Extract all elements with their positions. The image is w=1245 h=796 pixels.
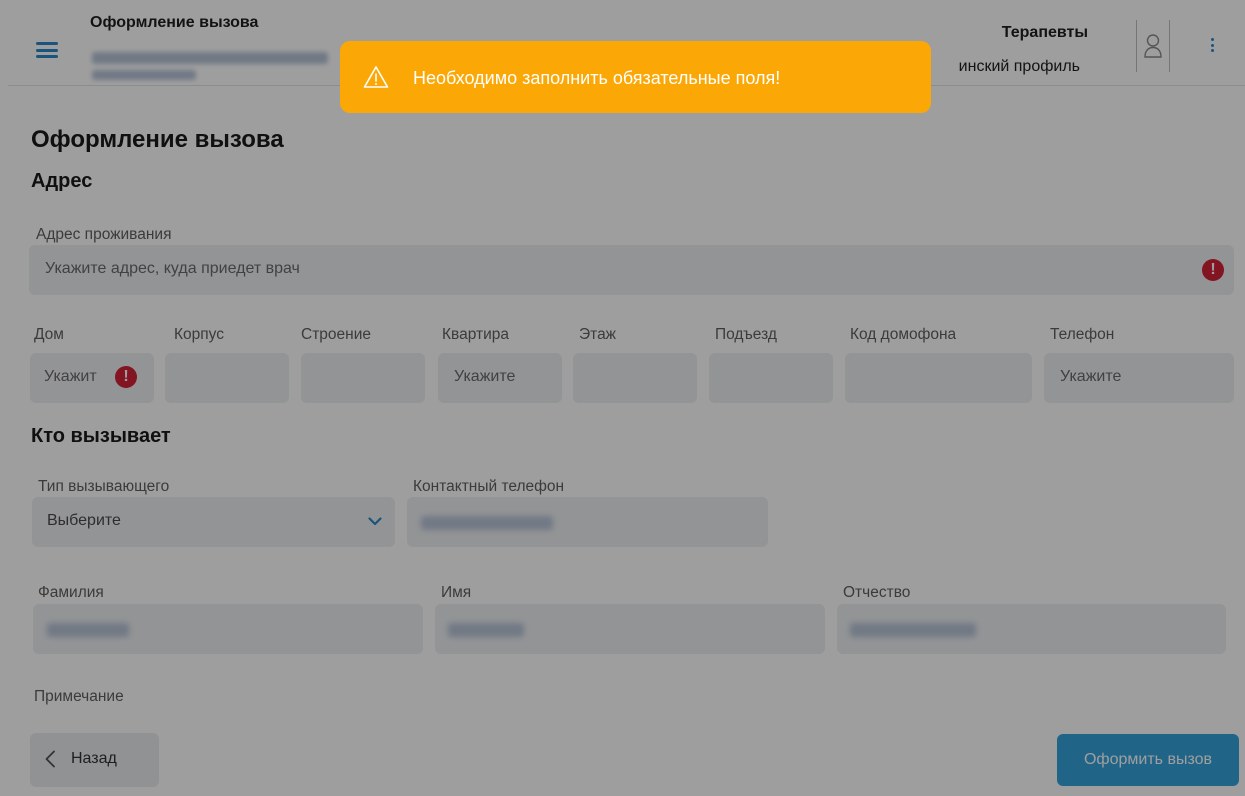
warning-icon — [363, 66, 389, 88]
validation-toast: Необходимо заполнить обязательные поля! — [340, 41, 931, 113]
toast-message: Необходимо заполнить обязательные поля! — [413, 68, 781, 88]
modal-overlay[interactable] — [0, 0, 1245, 796]
